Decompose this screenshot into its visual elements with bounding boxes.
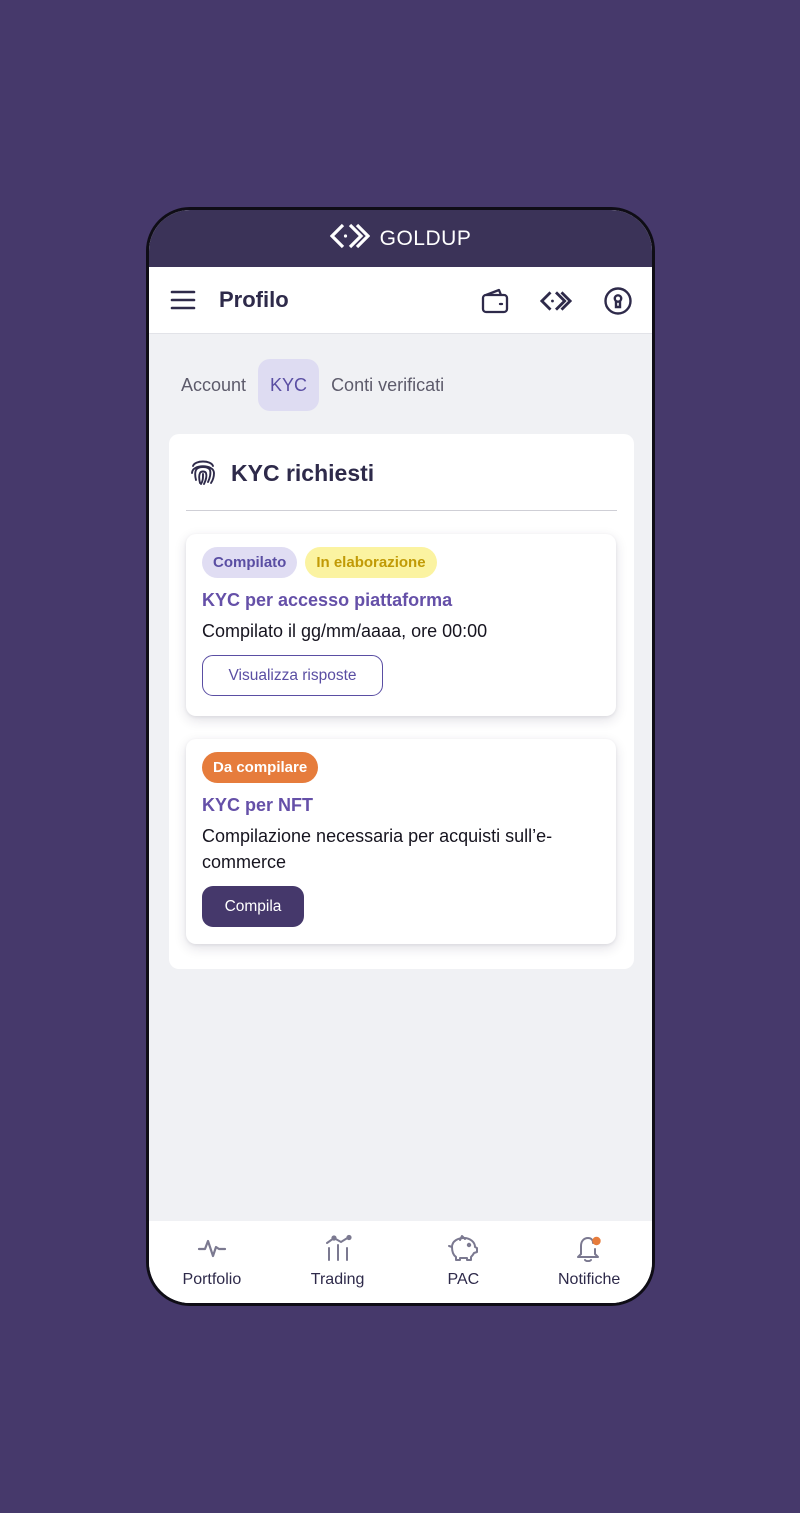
kyc-card: KYC richiesti Compilato In elaborazione … xyxy=(169,434,634,969)
nav-item-trading[interactable]: Trading xyxy=(275,1221,401,1303)
badge-group: Compilato In elaborazione xyxy=(202,547,437,578)
nav-item-pac[interactable]: PAC xyxy=(401,1221,527,1303)
profile-tabs: Account KYC Conti verificati xyxy=(169,359,456,411)
nav-label: Portfolio xyxy=(182,1271,242,1288)
nav-item-portfolio[interactable]: Portfolio xyxy=(149,1221,275,1303)
goldup-token-icon[interactable] xyxy=(540,285,572,317)
bell-icon xyxy=(574,1234,604,1267)
kyc-item-description: Compilazione necessaria per acquisti sul… xyxy=(202,826,553,872)
phone-frame: GOLDUP Profilo Account KYC Conti verific… xyxy=(146,207,655,1306)
kyc-item-platform-access: Compilato In elaborazione KYC per access… xyxy=(186,534,616,716)
brand-name: GOLDUP xyxy=(379,226,472,250)
kyc-item-title: KYC per accesso piattaforma xyxy=(202,590,453,610)
status-badge-processing: In elaborazione xyxy=(305,547,437,578)
tab-conti-verificati[interactable]: Conti verificati xyxy=(319,359,456,411)
compile-button[interactable]: Compila xyxy=(202,886,304,927)
keyhole-lock-icon[interactable] xyxy=(602,285,634,317)
trading-icon xyxy=(323,1234,353,1267)
kyc-item-nft: Da compilare KYC per NFT Compilazione ne… xyxy=(186,739,616,944)
activity-icon xyxy=(197,1234,227,1267)
badge-group: Da compilare xyxy=(202,752,319,783)
nav-label: PAC xyxy=(447,1271,480,1288)
app-header: Profilo xyxy=(149,267,652,334)
status-badge-to-complete: Da compilare xyxy=(202,752,319,783)
bottom-navigation: Portfolio Trading PAC Notifiche xyxy=(149,1221,652,1303)
brand-bar: GOLDUP xyxy=(149,210,652,267)
nav-label: Notifiche xyxy=(558,1271,621,1288)
status-badge-compiled: Compilato xyxy=(202,547,298,578)
view-answers-button[interactable]: Visualizza risposte xyxy=(202,655,383,696)
tab-account[interactable]: Account xyxy=(169,359,258,411)
nav-label: Trading xyxy=(310,1271,365,1288)
piggy-bank-icon xyxy=(447,1234,479,1267)
kyc-card-header: KYC richiesti xyxy=(189,456,374,491)
wallet-icon[interactable] xyxy=(479,285,511,317)
kyc-item-title: KYC per NFT xyxy=(202,795,314,815)
hamburger-menu-icon[interactable] xyxy=(169,288,197,312)
notification-dot xyxy=(592,1236,601,1246)
nav-item-notifiche[interactable]: Notifiche xyxy=(526,1221,652,1303)
tab-kyc[interactable]: KYC xyxy=(258,359,320,411)
page-title: Profilo xyxy=(219,287,289,312)
kyc-section-title: KYC richiesti xyxy=(231,460,375,486)
divider xyxy=(186,510,617,511)
kyc-item-description: Compilato il gg/mm/aaaa, ore 00:00 xyxy=(202,621,488,641)
goldup-logo-icon xyxy=(329,222,370,255)
fingerprint-icon xyxy=(189,456,217,491)
